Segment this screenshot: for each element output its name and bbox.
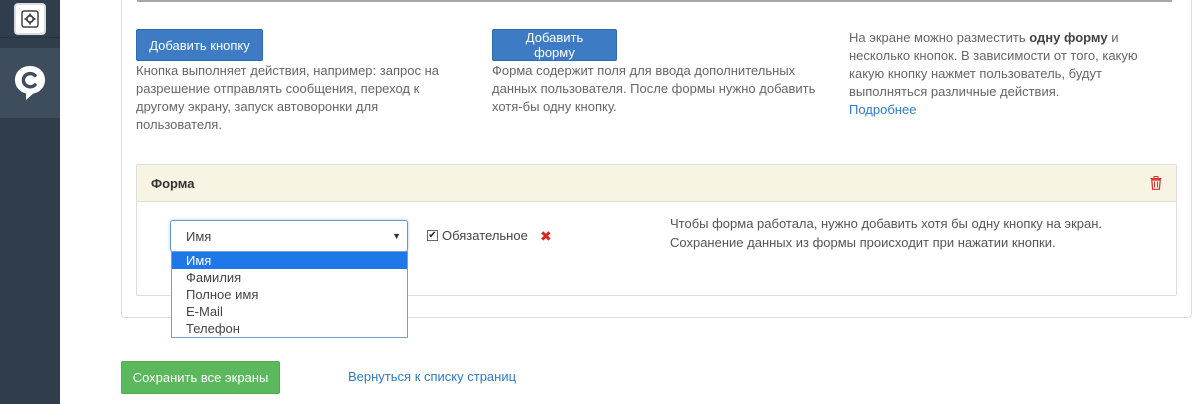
select-value: Имя bbox=[186, 228, 212, 244]
panel-top-divider bbox=[137, 0, 1172, 2]
chevron-down-icon: ▼ bbox=[392, 231, 401, 241]
form-title: Форма bbox=[151, 175, 195, 191]
dropdown-option[interactable]: Имя bbox=[172, 252, 407, 269]
info-text-bold: одну форму bbox=[1029, 30, 1108, 45]
add-button-description: Кнопка выполняет действия, например: зап… bbox=[136, 63, 439, 132]
required-checkbox[interactable]: ✔ bbox=[427, 230, 438, 241]
form-header: Форма bbox=[137, 165, 1176, 202]
more-link[interactable]: Подробнее bbox=[849, 102, 916, 117]
trash-icon[interactable] bbox=[1150, 176, 1162, 190]
save-all-button[interactable]: Сохранить все экраны bbox=[121, 361, 280, 394]
dropdown-option[interactable]: E-Mail bbox=[172, 303, 407, 320]
add-button-button[interactable]: Добавить кнопку bbox=[136, 29, 263, 61]
required-toggle[interactable]: ✔ Обязательное bbox=[427, 228, 528, 243]
dropdown-option[interactable]: Телефон bbox=[172, 320, 407, 337]
chat-logo-icon bbox=[15, 66, 45, 100]
dropdown-option[interactable]: Фамилия bbox=[172, 269, 407, 286]
add-form-button[interactable]: Добавить форму bbox=[492, 29, 617, 61]
form-hint: Чтобы форма работала, нужно добавить хот… bbox=[670, 216, 1103, 250]
form-field-select[interactable]: Имя ▼ bbox=[170, 220, 408, 252]
screen-info-text: На экране можно разместить одну форму и … bbox=[849, 29, 1154, 119]
sidebar bbox=[0, 0, 60, 404]
close-icon[interactable]: ✖ bbox=[540, 228, 552, 244]
sidebar-item-chat[interactable] bbox=[0, 48, 60, 118]
info-text-start: На экране можно разместить bbox=[849, 30, 1026, 45]
back-to-pages-link[interactable]: Вернуться к списку страниц bbox=[348, 369, 516, 384]
sidebar-item-settings[interactable] bbox=[0, 0, 60, 38]
add-form-description: Форма содержит поля для ввода дополнител… bbox=[492, 63, 816, 114]
settings-icon bbox=[14, 2, 46, 35]
dropdown-option[interactable]: Полное имя bbox=[172, 286, 407, 303]
required-label: Обязательное bbox=[442, 228, 528, 243]
form-field-dropdown: Имя Фамилия Полное имя E-Mail Телефон bbox=[171, 251, 408, 338]
